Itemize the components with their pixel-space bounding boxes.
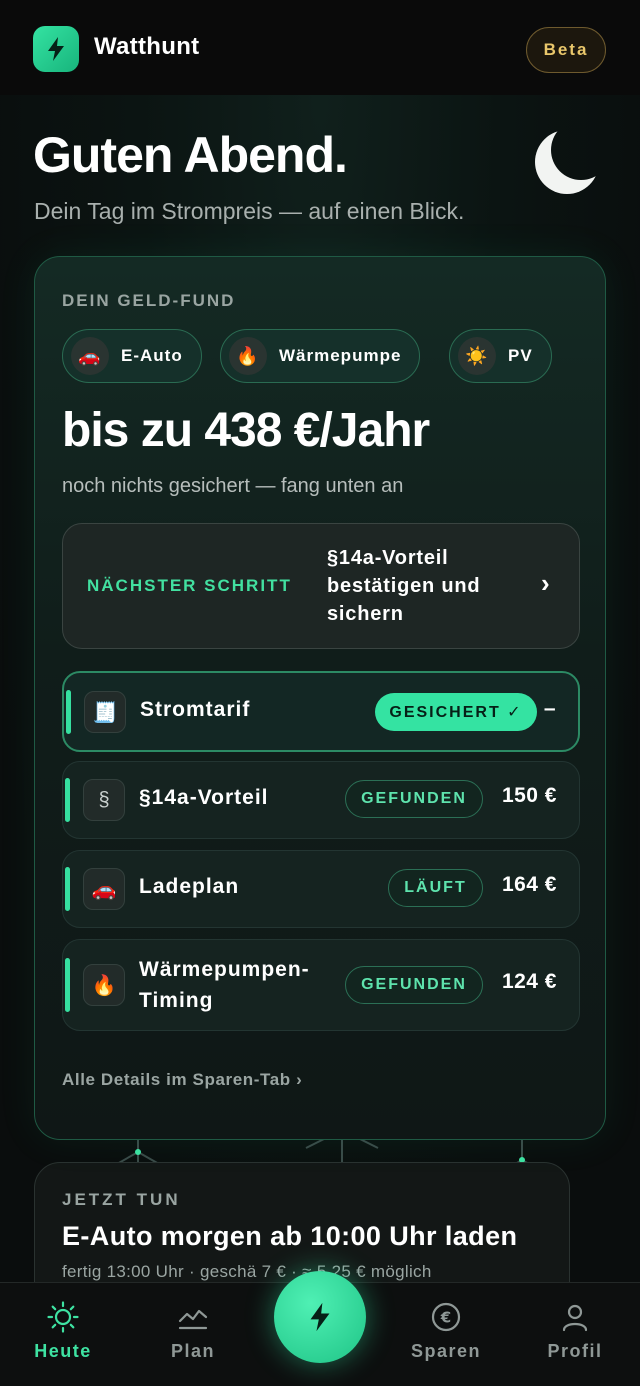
chip-label: Wärmepumpe <box>279 346 402 365</box>
car-icon: 🚗 <box>83 868 125 910</box>
flame-icon: 🔥 <box>229 337 267 375</box>
nav-label: Heute <box>34 1341 92 1361</box>
page-subtitle: Dein Tag im Strompreis — auf einen Blick… <box>34 198 465 224</box>
status-badge: LÄUFT <box>388 869 483 907</box>
row-value: 124 € <box>501 970 557 993</box>
chip-label: PV <box>508 346 533 365</box>
moon-icon <box>535 130 599 194</box>
nav-tab-profil[interactable]: Profil <box>525 1301 625 1362</box>
status-badge: GEFUNDEN <box>345 966 483 1004</box>
euro-icon: € <box>431 1302 461 1332</box>
row-value: 164 € <box>501 873 557 896</box>
list-item-14a-vorteil[interactable]: § §14a-Vorteil GEFUNDEN 150 € <box>62 761 580 839</box>
action-card-eyebrow: JETZT TUN <box>62 1190 181 1209</box>
chart-icon <box>178 1309 208 1330</box>
receipt-icon: 🧾 <box>84 691 126 733</box>
row-indicator <box>65 958 70 1012</box>
quick-action-button[interactable] <box>274 1271 366 1363</box>
row-value: – <box>543 697 556 720</box>
next-step-text: §14a-Vorteil bestätigen und sichern <box>327 547 481 625</box>
row-label: Wärmepumpen-Timing <box>139 958 310 1012</box>
row-label: §14a-Vorteil <box>139 786 269 809</box>
row-label: Ladeplan <box>139 875 240 898</box>
action-card-title: E-Auto morgen ab 10:00 Uhr laden <box>62 1221 518 1251</box>
next-step-label: NÄCHSTER SCHRITT <box>87 576 292 595</box>
chip-waermepumpe[interactable]: 🔥 Wärmepumpe <box>220 329 421 383</box>
savings-amount: bis zu 438 €/Jahr <box>62 404 430 457</box>
paragraph-icon: § <box>83 779 125 821</box>
chevron-right-icon: › <box>541 568 550 598</box>
money-card: DEIN GELD-FUND 🚗 E-Auto 🔥 Wärmepumpe ☀️ … <box>34 256 606 1140</box>
app-name: Watthunt <box>94 33 200 60</box>
nav-label: Sparen <box>410 1341 482 1361</box>
details-link[interactable]: Alle Details im Sparen-Tab › <box>62 1070 302 1090</box>
nav-label: Profil <box>547 1341 603 1361</box>
list-item-ladeplan[interactable]: 🚗 Ladeplan LÄUFT 164 € <box>62 850 580 928</box>
bolt-icon <box>310 1302 330 1332</box>
list-item-stromtarif[interactable]: 🧾 Stromtarif GESICHERT ✓ – <box>62 671 580 752</box>
row-indicator <box>66 690 71 734</box>
chip-pv[interactable]: ☀️ PV <box>449 329 552 383</box>
money-card-eyebrow: DEIN GELD-FUND <box>62 291 236 310</box>
status-badge: GEFUNDEN <box>345 780 483 818</box>
next-step-button[interactable]: NÄCHSTER SCHRITT §14a-Vorteil bestätigen… <box>62 523 580 649</box>
list-item-waermepumpen-timing[interactable]: 🔥 Wärmepumpen-Timing GEFUNDEN 124 € <box>62 939 580 1031</box>
flame-icon: 🔥 <box>83 964 125 1006</box>
app-logo <box>33 26 79 72</box>
sun-icon <box>47 1301 79 1333</box>
status-badge: GESICHERT ✓ <box>375 693 537 731</box>
svg-text:€: € <box>440 1309 451 1327</box>
nav-tab-plan[interactable]: Plan <box>143 1301 243 1362</box>
nav-tab-heute[interactable]: Heute <box>13 1301 113 1362</box>
savings-subtitle: noch nichts gesichert — fang unten an <box>62 475 404 497</box>
row-value: 150 € <box>501 784 557 807</box>
bolt-icon <box>48 37 64 61</box>
nav-label: Plan <box>170 1341 215 1361</box>
beta-badge[interactable]: Beta <box>526 27 606 73</box>
row-indicator <box>65 778 70 822</box>
app-header: Watthunt Beta <box>0 0 640 95</box>
chip-label: E-Auto <box>121 346 183 365</box>
sun-icon: ☀️ <box>458 337 496 375</box>
car-icon: 🚗 <box>71 337 109 375</box>
row-indicator <box>65 867 70 911</box>
page-title: Guten Abend. <box>33 127 348 183</box>
chip-e-auto[interactable]: 🚗 E-Auto <box>62 329 202 383</box>
action-card-subtitle: fertig 13:00 Uhr · geschä 7 € · ≈ 5,25 €… <box>62 1262 432 1281</box>
nav-tab-sparen[interactable]: € Sparen <box>396 1301 496 1362</box>
user-icon <box>562 1304 588 1332</box>
row-label: Stromtarif <box>140 698 251 721</box>
